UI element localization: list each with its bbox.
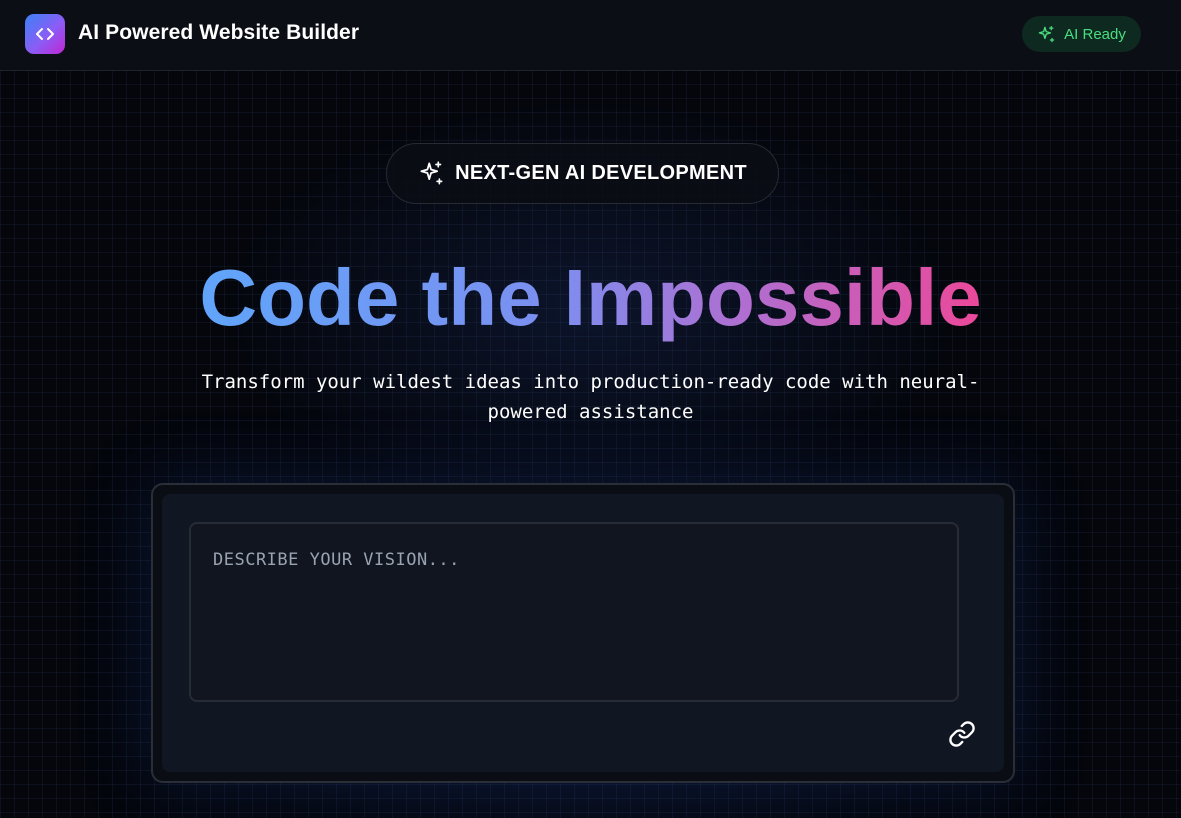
hero-headline: Code the Impossible — [199, 250, 981, 346]
hero-badge: NEXT-GEN AI DEVELOPMENT — [386, 143, 779, 204]
hero-badge-label: NEXT-GEN AI DEVELOPMENT — [455, 162, 747, 184]
sparkles-icon — [420, 161, 443, 185]
sparkles-icon — [1038, 25, 1055, 42]
hero-headline-wrap: Code the Impossible — [0, 250, 1181, 346]
prompt-card-inner — [162, 494, 1004, 772]
prompt-card — [151, 483, 1015, 783]
hero-subtitle: Transform your wildest ideas into produc… — [201, 371, 980, 423]
ai-status-label: AI Ready — [1064, 25, 1126, 43]
attach-link-button[interactable] — [946, 718, 978, 750]
app-title: AI Powered Website Builder — [78, 21, 360, 44]
top-bar: AI Powered Website Builder AI Ready — [0, 0, 1181, 71]
ai-status-badge: AI Ready — [1022, 16, 1141, 52]
vision-input[interactable] — [189, 522, 959, 702]
code-brackets-icon — [36, 28, 54, 40]
app-logo[interactable] — [25, 14, 65, 54]
link-icon — [949, 721, 975, 747]
